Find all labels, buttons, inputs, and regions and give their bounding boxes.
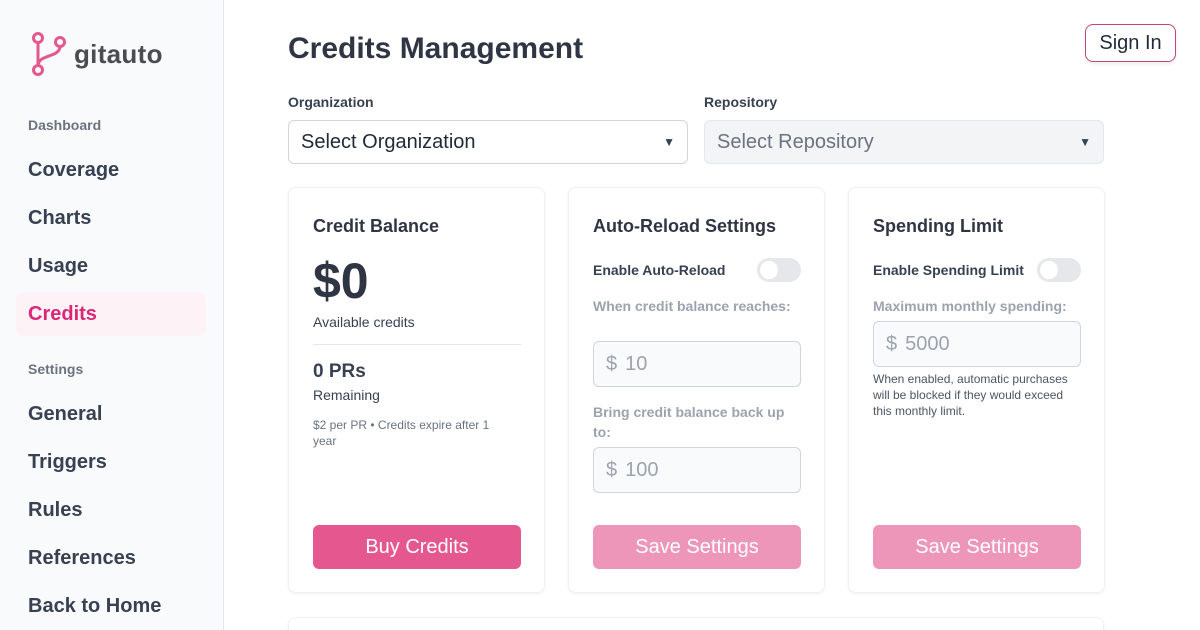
- sidebar-item-triggers[interactable]: Triggers: [16, 440, 206, 484]
- balance-label: Available credits: [313, 314, 415, 330]
- organization-select[interactable]: Select Organization ▼: [288, 120, 688, 164]
- target-input[interactable]: $ 100: [593, 447, 801, 493]
- max-spending-label: Maximum monthly spending:: [873, 298, 1067, 314]
- prs-remaining-count: 0 PRs: [313, 361, 366, 382]
- threshold-input[interactable]: $ 10: [593, 341, 801, 387]
- threshold-value: 10: [625, 352, 648, 375]
- auto-reload-toggle-label: Enable Auto-Reload: [593, 262, 726, 278]
- sidebar-item-charts[interactable]: Charts: [16, 196, 206, 240]
- card-title: Credit Balance: [313, 216, 440, 236]
- auto-reload-card: Auto-Reload Settings Enable Auto-Reload …: [568, 187, 825, 593]
- save-auto-reload-button[interactable]: Save Settings: [593, 525, 801, 569]
- buy-credits-button[interactable]: Buy Credits: [313, 525, 521, 569]
- spending-limit-toggle[interactable]: [1037, 258, 1081, 282]
- max-spending-value: 5000: [905, 332, 950, 355]
- sidebar-item-rules[interactable]: Rules: [16, 488, 206, 532]
- threshold-label: When credit balance reaches:: [593, 298, 791, 314]
- branch-logo-icon: [32, 32, 66, 76]
- auto-reload-toggle[interactable]: [757, 258, 801, 282]
- logo[interactable]: gitauto: [30, 31, 163, 77]
- dollar-icon: $: [886, 332, 898, 355]
- auto-reload-toggle-row: Enable Auto-Reload: [593, 258, 801, 282]
- sidebar-item-general[interactable]: General: [16, 392, 206, 436]
- spending-limit-help: When enabled, automatic purchases will b…: [873, 372, 1068, 418]
- dollar-icon: $: [606, 458, 618, 481]
- brand-name: gitauto: [74, 38, 163, 69]
- sidebar-item-references[interactable]: References: [16, 536, 206, 580]
- spending-limit-toggle-row: Enable Spending Limit: [873, 258, 1081, 282]
- card-title: Spending Limit: [873, 216, 1003, 236]
- toggle-knob: [760, 261, 778, 279]
- next-card-partial: [288, 617, 1104, 630]
- chevron-down-icon: ▼: [1079, 135, 1091, 149]
- repository-select[interactable]: Select Repository ▼: [704, 120, 1104, 164]
- chevron-down-icon: ▼: [663, 135, 675, 149]
- sidebar-item-credits[interactable]: Credits: [16, 292, 206, 336]
- sidebar-item-back-to-home[interactable]: Back to Home: [16, 584, 206, 628]
- divider: [313, 344, 521, 345]
- card-title: Auto-Reload Settings: [593, 216, 776, 236]
- nav-section-settings: Settings: [28, 361, 84, 377]
- target-label: Bring credit balance back up to:: [593, 404, 785, 440]
- save-spending-limit-button[interactable]: Save Settings: [873, 525, 1081, 569]
- spending-limit-toggle-label: Enable Spending Limit: [873, 262, 1024, 278]
- sidebar: gitauto Dashboard Coverage Charts Usage …: [0, 0, 224, 630]
- prs-remaining-label: Remaining: [313, 387, 380, 403]
- spending-limit-card: Spending Limit Enable Spending Limit Max…: [848, 187, 1105, 593]
- balance-amount: $0: [313, 253, 369, 309]
- sidebar-item-coverage[interactable]: Coverage: [16, 148, 206, 192]
- organization-select-value: Select Organization: [301, 130, 476, 153]
- nav-section-dashboard: Dashboard: [28, 117, 102, 133]
- credit-balance-card: Credit Balance $0 Available credits 0 PR…: [288, 187, 545, 593]
- page-title: Credits Management: [288, 32, 584, 65]
- target-value: 100: [625, 458, 659, 481]
- repository-select-value: Select Repository: [717, 130, 874, 153]
- sidebar-item-usage[interactable]: Usage: [16, 244, 206, 288]
- organization-label: Organization: [288, 94, 374, 110]
- sign-in-button[interactable]: Sign In: [1085, 24, 1176, 62]
- toggle-knob: [1040, 261, 1058, 279]
- repository-label: Repository: [704, 94, 778, 110]
- dollar-icon: $: [606, 352, 618, 375]
- pricing-note: $2 per PR • Credits expire after 1 year: [313, 418, 490, 448]
- max-spending-input[interactable]: $ 5000: [873, 321, 1081, 367]
